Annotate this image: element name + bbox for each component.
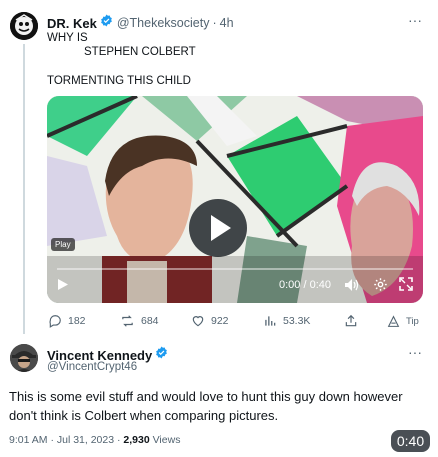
tweet-text-line-1: WHY IS (47, 32, 88, 44)
view-count: 2,930 (123, 434, 150, 446)
like-icon (192, 316, 204, 327)
play-badge: Play (51, 238, 75, 251)
author-name[interactable]: DR. Kek (47, 16, 97, 31)
avatar-dr-kek[interactable] (10, 12, 38, 40)
reply-count: 182 (68, 315, 86, 327)
tweet-time[interactable]: 4h (220, 16, 234, 30)
tweet-meta: 9:01 AM · Jul 31, 2023 · 2,930 Views (9, 434, 180, 446)
tweet-text-line-3: TORMENTING THIS CHILD (47, 75, 191, 87)
vincent-avatar-art (10, 344, 38, 372)
separator-dot: · (212, 16, 217, 30)
verified-badge-icon (100, 14, 113, 32)
like-action[interactable]: 922 (191, 313, 229, 329)
views-icon (265, 316, 276, 326)
video-time: 0:00 / 0:40 (279, 279, 331, 291)
avatar-vincent-kennedy[interactable] (10, 344, 38, 372)
tweet-timestamp[interactable]: 9:01 AM · Jul 31, 2023 (9, 434, 114, 446)
tweet1-header: DR. Kek @Thekeksociety · 4h (47, 14, 234, 32)
more-icon[interactable]: ··· (408, 12, 422, 28)
repost-count: 684 (141, 315, 159, 327)
share-icon (345, 314, 357, 327)
views-label: Views (149, 434, 181, 446)
progress-track (57, 268, 413, 270)
tweet2-body: This is some evil stuff and would love t… (9, 389, 403, 423)
tip-action[interactable]: Tip (387, 313, 419, 329)
fullscreen-icon[interactable] (399, 277, 413, 296)
repost-action[interactable]: 684 (120, 313, 159, 329)
reply-icon (49, 315, 61, 328)
author-handle[interactable]: @Thekeksociety (117, 16, 210, 30)
play-button[interactable] (189, 199, 247, 257)
like-count: 922 (211, 315, 229, 327)
tip-label: Tip (406, 315, 419, 327)
share-action[interactable] (344, 313, 358, 329)
play-icon (211, 215, 231, 241)
tip-icon (387, 314, 400, 327)
volume-icon[interactable] (344, 278, 359, 297)
more-icon[interactable]: ··· (408, 344, 422, 360)
repost-icon (122, 315, 133, 327)
settings-icon[interactable] (373, 277, 388, 297)
views-action[interactable]: 53.3K (263, 313, 310, 329)
verified-badge-icon (155, 346, 168, 364)
tweet-text-line-2: STEPHEN COLBERT (84, 46, 196, 58)
author-handle[interactable]: @VincentCrypt46 (47, 361, 137, 373)
views-count: 53.3K (283, 315, 311, 327)
reply-action[interactable]: 182 (48, 313, 86, 329)
kek-avatar-art (10, 12, 38, 40)
duration-badge: 0:40 (391, 430, 430, 452)
play-icon[interactable] (57, 278, 69, 296)
thread-line (23, 44, 25, 334)
